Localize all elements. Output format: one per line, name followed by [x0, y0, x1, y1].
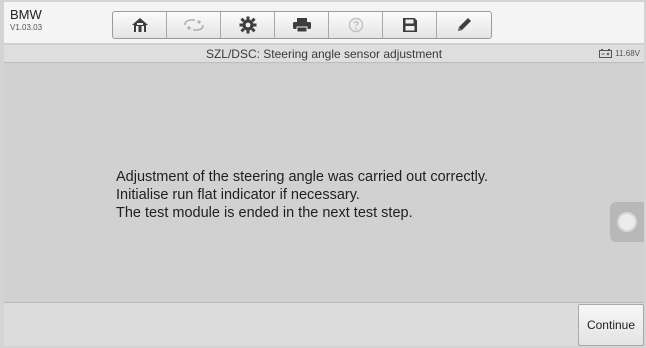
- top-toolbar: BMW V1.03.03: [4, 2, 644, 44]
- app-window: BMW V1.03.03 SZL/DSC: Steering angle sen…: [4, 2, 644, 346]
- save-button[interactable]: [383, 12, 437, 38]
- circle-icon: [617, 212, 637, 232]
- battery-voltage: 11.68V: [615, 49, 640, 58]
- home-icon: [131, 18, 148, 32]
- gear-icon: [239, 16, 256, 34]
- title-bar: SZL/DSC: Steering angle sensor adjustmen…: [4, 45, 644, 63]
- message-line: Initialise run flat indicator if necessa…: [116, 187, 360, 203]
- toolbar-buttons: [112, 11, 492, 39]
- page-title: SZL/DSC: Steering angle sensor adjustmen…: [205, 47, 443, 61]
- battery-indicator: 11.68V: [599, 49, 640, 58]
- print-button[interactable]: [275, 12, 329, 38]
- home-button[interactable]: [113, 12, 167, 38]
- battery-icon: [599, 49, 613, 58]
- help-button[interactable]: [329, 12, 383, 38]
- vehicle-swap-icon: [183, 19, 204, 31]
- printer-icon: [292, 18, 311, 33]
- app-name: BMW: [10, 7, 42, 22]
- save-icon: [402, 18, 417, 32]
- help-icon: [348, 17, 363, 33]
- floating-menu-button[interactable]: [610, 202, 644, 242]
- settings-button[interactable]: [221, 12, 275, 38]
- message-line: The test module is ended in the next tes…: [116, 205, 413, 221]
- result-message: Adjustment of the steering angle was car…: [116, 168, 576, 222]
- continue-button[interactable]: Continue: [578, 304, 644, 346]
- vehicle-swap-button[interactable]: [167, 12, 221, 38]
- brand: BMW V1.03.03: [10, 8, 100, 34]
- message-area: Adjustment of the steering angle was car…: [4, 64, 644, 302]
- pen-icon: [458, 18, 471, 31]
- message-line: Adjustment of the steering angle was car…: [116, 169, 489, 185]
- edit-button[interactable]: [437, 12, 491, 38]
- bottom-bar: [4, 302, 644, 346]
- app-version: V1.03.03: [10, 23, 43, 32]
